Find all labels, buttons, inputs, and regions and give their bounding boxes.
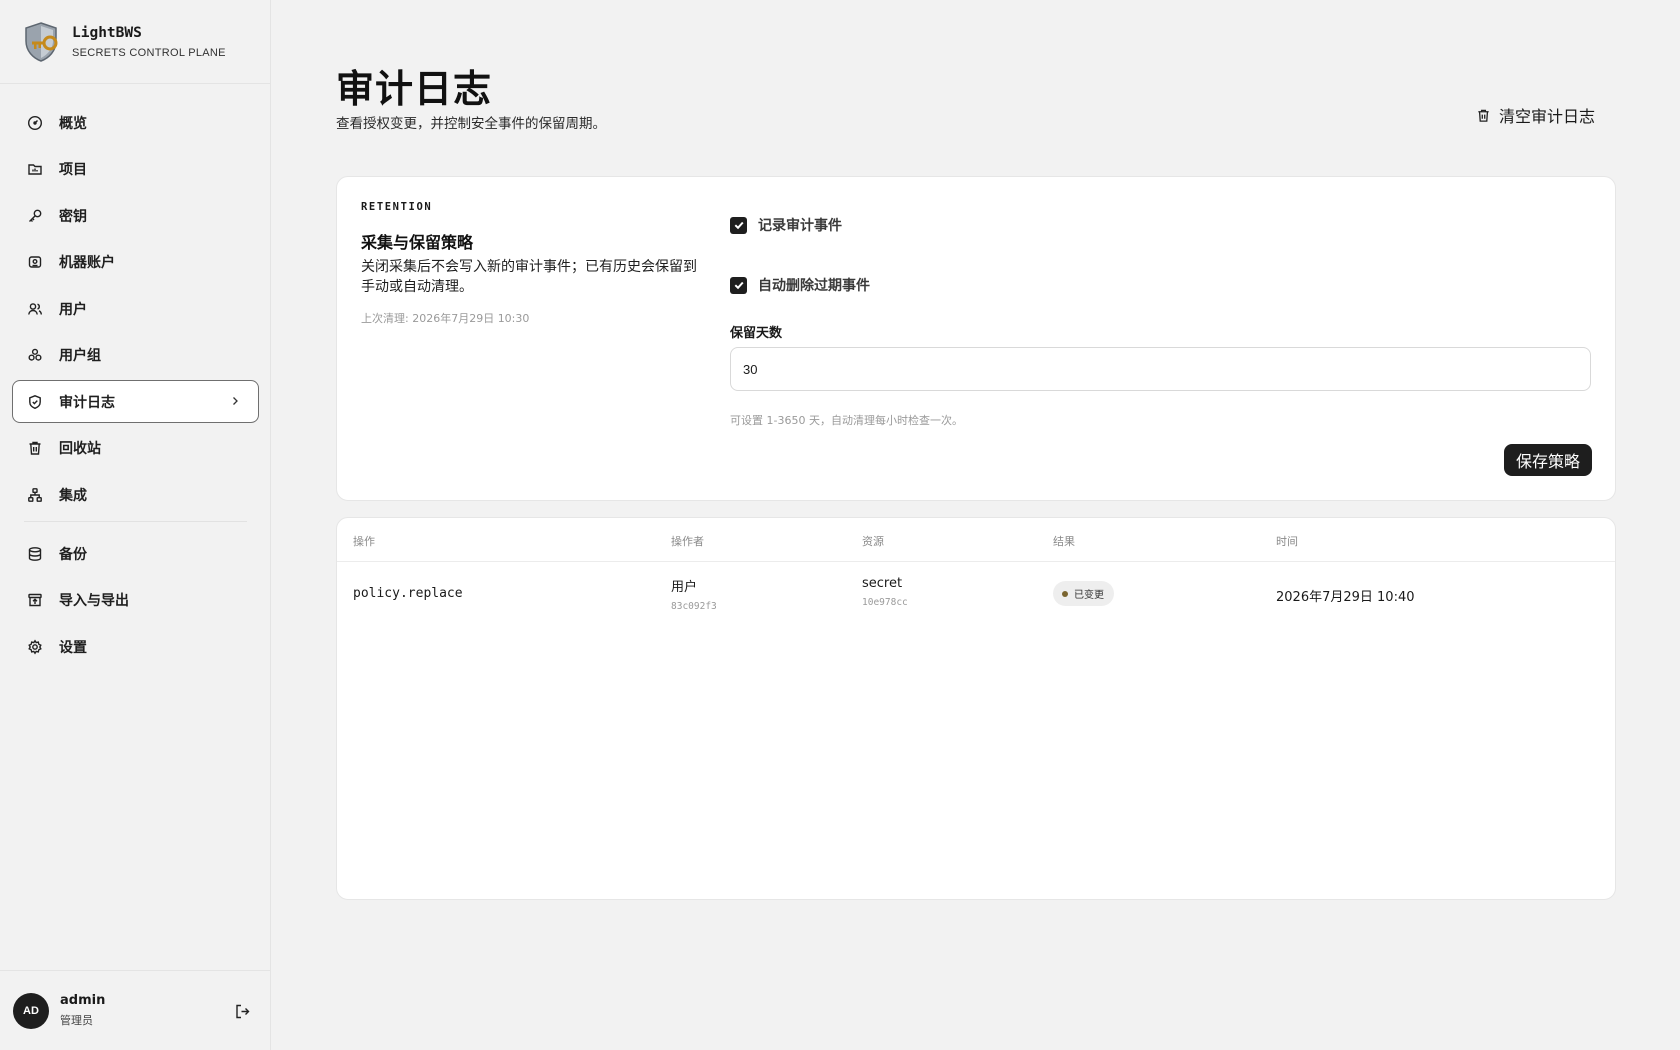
user-name: admin [60, 993, 106, 1008]
save-policy-button[interactable]: 保存策略 [1504, 444, 1592, 476]
database-icon [27, 546, 43, 562]
sidebar-item-backup[interactable]: 备份 [12, 532, 259, 575]
sidebar-item-groups[interactable]: 用户组 [12, 334, 259, 377]
record-events-checkbox-row[interactable]: 记录审计事件 [730, 215, 842, 235]
logout-icon[interactable] [234, 1003, 251, 1020]
machine-icon [27, 254, 43, 270]
retention-days-input[interactable] [730, 347, 1591, 391]
resource-cell: secret 10e978cc [862, 576, 908, 608]
page-subtitle: 查看授权变更，并控制安全事件的保留周期。 [336, 116, 606, 132]
trash-icon [27, 440, 43, 456]
table-row[interactable]: policy.replace 用户 83c092f3 secret 10e978… [337, 562, 1615, 626]
section-description: 关闭采集后不会写入新的审计事件；已有历史会保留到手动或自动清理。 [361, 259, 697, 295]
sidebar-item-label: 集成 [59, 487, 87, 504]
nav-divider [24, 521, 247, 522]
time-cell: 2026年7月29日 10:40 [1276, 590, 1415, 605]
status-dot [1062, 590, 1068, 597]
section-title: 采集与保留策略 [361, 233, 474, 252]
status-badge: 已变更 [1053, 581, 1114, 606]
sidebar-item-label: 项目 [59, 162, 87, 178]
avatar[interactable]: AD [13, 992, 49, 1029]
sidebar-item-label: 设置 [59, 639, 87, 656]
sidebar-item-projects[interactable]: 项目 [12, 148, 259, 191]
network-icon [27, 487, 43, 503]
column-header-action: 操作 [353, 535, 375, 548]
last-cleanup: 上次清理: 2026年7月29日 10:30 [361, 312, 530, 325]
archive-upload-icon [27, 592, 43, 608]
checkmark-icon [734, 221, 744, 230]
actor-name: 用户 [671, 580, 698, 595]
sidebar-item-machine-accounts[interactable]: 机器账户 [12, 241, 259, 284]
sidebar-item-import-export[interactable]: 导入与导出 [12, 579, 259, 622]
sidebar-item-label: 审计日志 [59, 394, 115, 411]
trash-icon [1478, 109, 1489, 122]
sidebar-item-label: 导入与导出 [59, 593, 129, 609]
sidebar-item-secrets[interactable]: 密钥 [12, 194, 259, 237]
chevron-right-icon [233, 397, 238, 405]
auto-delete-checkbox-row[interactable]: 自动删除过期事件 [730, 275, 870, 295]
brand[interactable]: LightBWS SECRETS CONTROL PLANE [0, 0, 270, 84]
sidebar-item-recycle-bin[interactable]: 回收站 [12, 427, 259, 470]
user-role: 管理员 [60, 1014, 93, 1027]
record-events-checkbox[interactable] [730, 216, 747, 234]
clear-audit-log-button[interactable]: 清空审计日志 [1476, 100, 1595, 130]
sidebar-item-audit-log[interactable]: 审计日志 [12, 380, 259, 423]
sidebar-nav: 概览 项目 密钥 机器账户 用户 用户组 审计日志 回收站 集成 备份 导入与导… [12, 101, 259, 672]
result-cell: 已变更 [1053, 581, 1114, 606]
brand-subtitle: SECRETS CONTROL PLANE [72, 46, 226, 59]
status-label: 已变更 [1074, 590, 1104, 601]
shield-check-icon [27, 394, 43, 410]
folder-icon [27, 161, 43, 177]
table-header: 操作 操作者 资源 结果 时间 [337, 518, 1615, 562]
sidebar-item-integrations[interactable]: 集成 [12, 473, 259, 516]
resource-name: secret [862, 576, 903, 591]
sidebar-item-label: 用户 [59, 301, 87, 318]
retention-days-label: 保留天数 [730, 326, 783, 341]
sidebar-item-label: 概览 [59, 115, 87, 132]
sidebar-item-label: 回收站 [59, 441, 101, 457]
clear-audit-log-label: 清空审计日志 [1499, 107, 1596, 126]
users-icon [27, 301, 43, 317]
group-icon [27, 347, 43, 363]
gear-icon [27, 639, 43, 655]
sidebar: LightBWS SECRETS CONTROL PLANE 概览 项目 密钥 [0, 0, 271, 1050]
action-cell: policy.replace [353, 586, 463, 601]
key-icon [27, 208, 43, 224]
checkmark-icon [734, 281, 744, 290]
auto-delete-label: 自动删除过期事件 [758, 278, 870, 294]
gauge-icon [27, 115, 43, 131]
retention-card: RETENTION 采集与保留策略 关闭采集后不会写入新的审计事件；已有历史会保… [336, 176, 1616, 501]
audit-table: 操作 操作者 资源 结果 时间 policy.replace 用户 83c092… [336, 517, 1616, 900]
column-header-resource: 资源 [862, 535, 884, 548]
column-header-actor: 操作者 [671, 535, 704, 548]
sidebar-item-label: 备份 [59, 546, 87, 563]
sidebar-item-label: 用户组 [59, 348, 101, 364]
actor-id: 83c092f3 [671, 601, 717, 612]
record-events-label: 记录审计事件 [758, 218, 842, 234]
column-header-time: 时间 [1276, 535, 1298, 548]
page-title: 审计日志 [336, 67, 493, 111]
shield-key-logo-icon [25, 21, 58, 62]
sidebar-item-label: 密钥 [59, 208, 87, 225]
resource-id: 10e978cc [862, 597, 908, 608]
retention-days-hint: 可设置 1-3650 天，自动清理每小时检查一次。 [730, 414, 963, 427]
user-profile: AD admin 管理员 [0, 970, 271, 1050]
sidebar-item-overview[interactable]: 概览 [12, 101, 259, 144]
sidebar-item-settings[interactable]: 设置 [12, 625, 259, 668]
auto-delete-checkbox[interactable] [730, 276, 747, 294]
column-header-result: 结果 [1053, 535, 1075, 548]
sidebar-item-users[interactable]: 用户 [12, 287, 259, 330]
brand-name: LightBWS [72, 24, 142, 41]
section-tag: RETENTION [361, 201, 433, 213]
sidebar-item-label: 机器账户 [59, 255, 115, 271]
actor-cell: 用户 83c092f3 [671, 576, 717, 612]
